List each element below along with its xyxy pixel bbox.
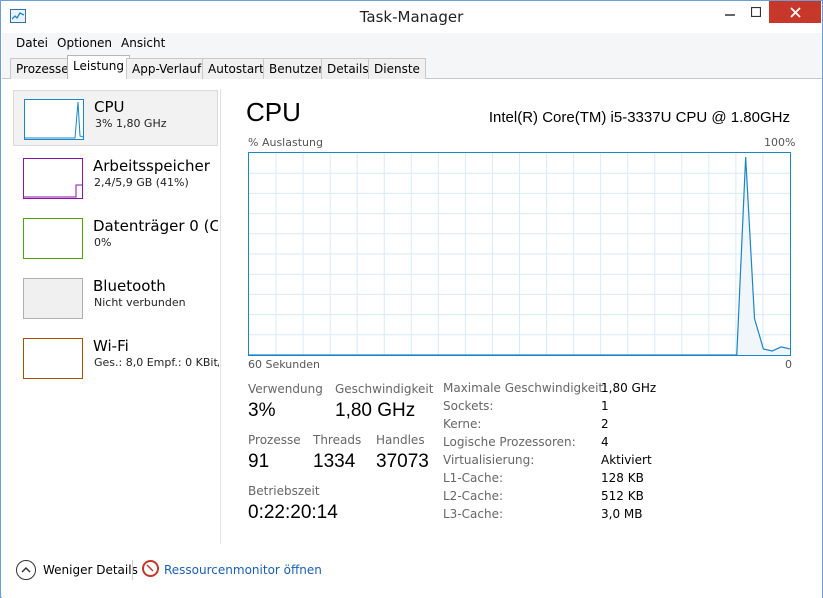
usage-value: 3%: [248, 400, 276, 421]
sidebar-item-label: Bluetooth: [93, 277, 166, 295]
info-label: L2-Cache:: [443, 489, 504, 503]
info-label: L1-Cache:: [443, 471, 504, 485]
memory-thumbnail-graph: [24, 184, 82, 198]
sidebar-item-label: Datenträger 0 (C: D: [93, 217, 218, 235]
sidebar-item-sub: 0%: [94, 236, 112, 249]
info-value: 2: [601, 417, 609, 431]
memory-thumbnail: [23, 158, 83, 199]
uptime-value: 0:22:20:14: [248, 502, 338, 523]
sidebar-item-sub: 2,4/5,9 GB (41%): [94, 176, 189, 189]
cpu-thumbnail-graph: [25, 101, 84, 139]
cpu-usage-graph: [248, 152, 791, 356]
info-label: Maximale Geschwindigkeit:: [443, 381, 608, 395]
info-value: 128 KB: [601, 471, 644, 485]
tab-dienste[interactable]: Dienste: [368, 58, 426, 79]
maximize-button[interactable]: [742, 1, 769, 23]
sidebar-item-bluetooth[interactable]: Bluetooth Nicht verbunden: [13, 270, 218, 326]
sidebar-item-label: Wi-Fi: [93, 337, 129, 355]
minimize-icon: [725, 14, 735, 16]
menu-optionen[interactable]: Optionen: [57, 36, 112, 50]
info-value: Aktiviert: [601, 453, 652, 467]
tab-benutzer[interactable]: Benutzer: [263, 58, 330, 79]
sidebar-item-label: CPU: [94, 98, 125, 116]
resource-monitor-link[interactable]: Ressourcenmonitor öffnen: [164, 563, 322, 577]
graph-min-label: 0: [785, 358, 792, 371]
menu-datei[interactable]: Datei: [16, 36, 48, 50]
gauge-needle: [146, 564, 154, 572]
sidebar-item-wifi[interactable]: Wi-Fi Ges.: 8,0 Empf.: 0 KBit/s: [13, 330, 219, 386]
fewer-details-button[interactable]: [16, 560, 36, 580]
sidebar-item-label: Arbeitsspeicher: [93, 157, 210, 175]
page-title: CPU: [246, 97, 301, 127]
chevron-up-icon: [21, 566, 31, 573]
close-icon: [789, 6, 801, 18]
processes-value: 91: [248, 451, 270, 472]
sidebar-item-sub: Ges.: 8,0 Empf.: 0 KBit/s: [94, 356, 219, 369]
title-bar[interactable]: Task-Manager: [1, 1, 822, 33]
tab-bar: Prozesse Leistung App-Verlauf Autostart …: [2, 53, 822, 80]
bluetooth-thumbnail: [23, 278, 83, 319]
cpu-usage-chart: [249, 153, 791, 356]
info-label: Kerne:: [443, 417, 482, 431]
tab-app-verlauf[interactable]: App-Verlauf: [126, 58, 208, 79]
footer: Weniger Details Ressourcenmonitor öffnen: [2, 546, 822, 598]
fewer-details-link[interactable]: Weniger Details: [43, 563, 138, 577]
resource-monitor-icon[interactable]: [142, 560, 159, 577]
cpu-model: Intel(R) Core(TM) i5-3337U CPU @ 1.80GHz: [488, 109, 790, 126]
tab-details[interactable]: Details: [321, 58, 375, 79]
info-label: Virtualisierung:: [443, 453, 535, 467]
speed-value: 1,80 GHz: [335, 400, 416, 421]
processes-label: Prozesse: [248, 433, 301, 447]
task-manager-window: Task-Manager Datei Optionen Ansicht Proz…: [0, 0, 823, 598]
performance-panel: CPU 3% 1,80 GHz Arbeitsspeicher 2,4/5,9 …: [2, 79, 822, 546]
sidebar-item-disk[interactable]: Datenträger 0 (C: D 0%: [13, 210, 218, 266]
graph-y-label: % Auslastung: [248, 136, 323, 149]
sidebar-item-memory[interactable]: Arbeitsspeicher 2,4/5,9 GB (41%): [13, 150, 218, 206]
info-value: 4: [601, 435, 609, 449]
sidebar-divider: [220, 89, 221, 544]
info-label: Logische Prozessoren:: [443, 435, 576, 449]
minimize-button[interactable]: [716, 1, 744, 23]
footer-separator: [132, 560, 133, 580]
speed-label: Geschwindigkeit: [335, 382, 434, 396]
uptime-label: Betriebszeit: [248, 484, 320, 498]
graph-max-label: 100%: [764, 136, 796, 149]
menu-bar: Datei Optionen Ansicht: [2, 33, 822, 53]
disk-thumbnail: [23, 218, 83, 259]
handles-label: Handles: [376, 433, 425, 447]
info-value: 1,80 GHz: [601, 381, 657, 395]
sidebar-item-cpu[interactable]: CPU 3% 1,80 GHz: [13, 90, 218, 146]
tab-prozesse[interactable]: Prozesse: [10, 58, 75, 79]
maximize-icon: [750, 7, 761, 17]
cpu-thumbnail: [24, 99, 84, 140]
threads-value: 1334: [313, 451, 356, 472]
sidebar-item-sub: 3% 1,80 GHz: [95, 117, 167, 130]
graph-x-label: 60 Sekunden: [248, 358, 320, 371]
close-button[interactable]: [769, 1, 821, 23]
menu-ansicht[interactable]: Ansicht: [121, 36, 165, 50]
tab-leistung[interactable]: Leistung: [67, 55, 130, 80]
handles-value: 37073: [376, 451, 429, 472]
wifi-thumbnail: [23, 338, 83, 379]
info-value: 1: [601, 399, 609, 413]
info-label: Sockets:: [443, 399, 494, 413]
tab-autostart[interactable]: Autostart: [202, 58, 270, 79]
info-value: 512 KB: [601, 489, 644, 503]
window-title: Task-Manager: [359, 8, 464, 26]
sidebar-item-sub: Nicht verbunden: [94, 296, 186, 309]
info-label: L3-Cache:: [443, 507, 504, 521]
usage-label: Verwendung: [248, 382, 323, 396]
threads-label: Threads: [313, 433, 362, 447]
info-value: 3,0 MB: [601, 507, 643, 521]
